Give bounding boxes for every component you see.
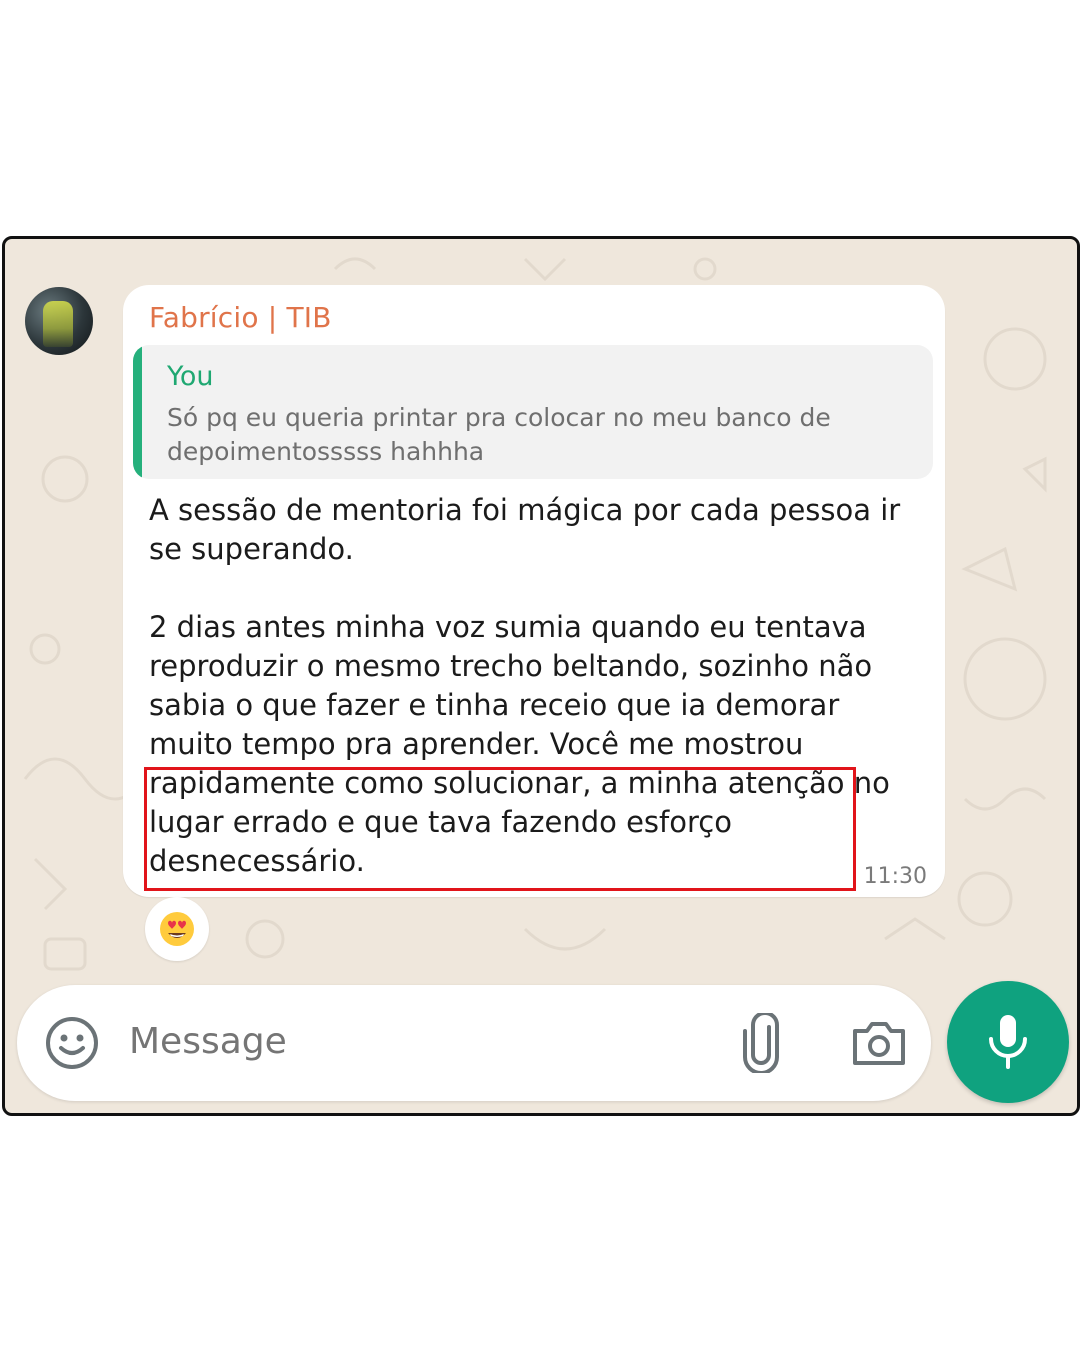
quoted-text: Só pq eu queria printar pra colocar no m…: [167, 403, 831, 466]
sender-name: Fabrício | TIB: [149, 301, 332, 334]
message-reaction[interactable]: [145, 897, 209, 961]
message-input[interactable]: [129, 1021, 689, 1062]
emoji-icon[interactable]: [43, 1014, 101, 1072]
chat-screenshot-frame: Fabrício | TIB You Só pq eu queria print…: [2, 236, 1080, 1116]
message-timestamp: 11:30: [863, 864, 927, 889]
contact-avatar[interactable]: [25, 287, 93, 355]
quoted-author: You: [167, 361, 214, 392]
quoted-reply[interactable]: You Só pq eu queria printar pra colocar …: [133, 345, 933, 479]
incoming-message-bubble[interactable]: Fabrício | TIB You Só pq eu queria print…: [123, 285, 945, 897]
mic-icon: [989, 1015, 1027, 1069]
message-text: A sessão de mentoria foi mágica por cada…: [149, 493, 901, 878]
heart-eyes-emoji-icon: [160, 912, 194, 946]
paperclip-icon[interactable]: [739, 1013, 783, 1073]
mic-button[interactable]: [947, 981, 1069, 1103]
camera-icon[interactable]: [849, 1019, 909, 1069]
message-composer[interactable]: [17, 985, 931, 1101]
quote-accent-bar: [133, 345, 142, 479]
